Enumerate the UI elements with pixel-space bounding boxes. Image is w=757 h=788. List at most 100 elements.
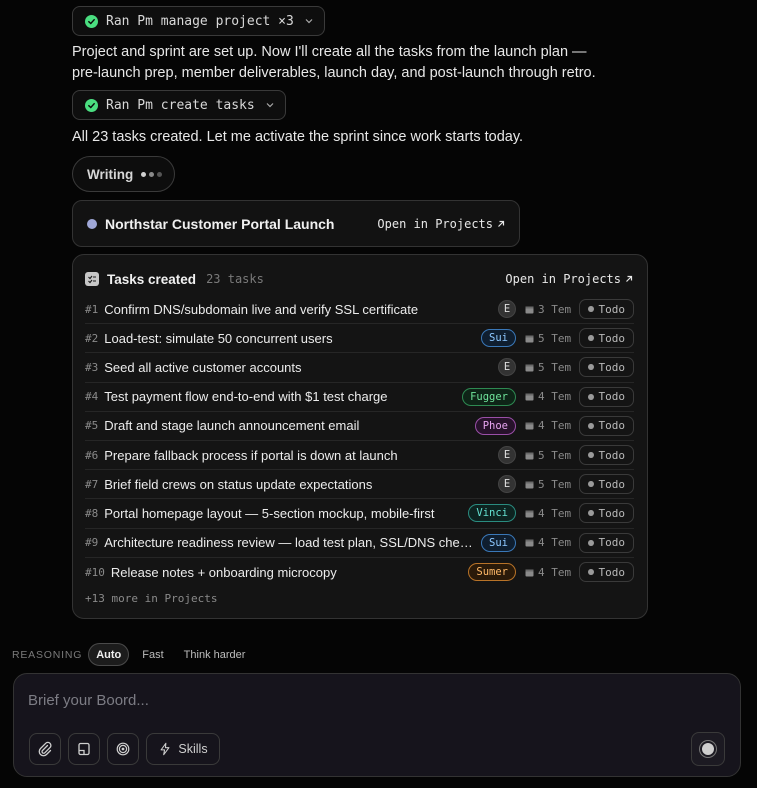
reasoning-selector: REASONING Auto Fast Think harder: [12, 643, 252, 666]
calendar-icon: [525, 452, 534, 460]
assignee-badge[interactable]: E: [498, 358, 516, 377]
status-label: Todo: [598, 331, 626, 345]
assistant-message: All 23 tasks created. Let me activate th…: [72, 129, 524, 145]
calendar-icon: [525, 393, 534, 401]
writing-label: Writing: [87, 166, 134, 182]
calendar-icon: [525, 539, 534, 547]
assignee-badge[interactable]: Fugger: [462, 387, 516, 406]
send-button[interactable]: [691, 732, 725, 766]
assignee-badge[interactable]: Phoe: [474, 416, 516, 435]
target-button[interactable]: [107, 733, 139, 765]
assignee-badge[interactable]: Sui: [481, 533, 516, 552]
task-title: Draft and stage launch announcement emai…: [104, 418, 360, 434]
checklist-icon: [85, 272, 99, 286]
project-color-dot: [87, 218, 97, 229]
tool-call-chip-manage-project[interactable]: Ran Pm manage project ×3: [72, 6, 325, 36]
status-badge[interactable]: Todo: [579, 299, 634, 320]
task-title: Load-test: simulate 50 concurrent users: [104, 330, 333, 346]
due-date: 5 Tem: [525, 332, 573, 345]
assignee-badge[interactable]: Sui: [481, 329, 516, 348]
due-date: 4 Tem: [525, 507, 573, 520]
reasoning-option-fast[interactable]: Fast: [135, 643, 170, 666]
status-badge[interactable]: Todo: [579, 328, 634, 349]
status-dot-icon: [588, 422, 594, 429]
status-dot-icon: [588, 364, 594, 371]
task-row[interactable]: #1 Confirm DNS/subdomain live and verify …: [85, 295, 634, 325]
project-title: Northstar Customer Portal Launch: [105, 215, 335, 232]
due-date-label: 5 Tem: [538, 331, 572, 345]
open-in-projects-link[interactable]: Open in Projects: [377, 217, 505, 231]
tool-call-label: Ran Pm create tasks: [106, 97, 255, 113]
skills-button[interactable]: Skills: [146, 733, 220, 765]
more-tasks-link[interactable]: +13 more in Projects: [85, 592, 217, 605]
attach-button[interactable]: [29, 733, 61, 765]
task-number: #8: [85, 506, 99, 520]
task-row[interactable]: #10 Release notes + onboarding microcopy S…: [85, 558, 634, 587]
assignee-badge[interactable]: E: [498, 446, 516, 465]
due-date-label: 3 Tem: [538, 302, 572, 316]
task-row[interactable]: #5 Draft and stage launch announcement em…: [85, 412, 634, 441]
task-number: #1: [85, 302, 99, 316]
writing-indicator: Writing: [72, 156, 175, 192]
task-title: Release notes + onboarding microcopy: [110, 564, 337, 580]
status-badge[interactable]: Todo: [579, 357, 634, 378]
reasoning-option-auto[interactable]: Auto: [88, 643, 130, 666]
assignee-badge[interactable]: Vinci: [468, 504, 516, 523]
due-date-label: 5 Tem: [538, 360, 572, 374]
open-in-projects-label: Open in Projects: [377, 216, 493, 231]
due-date: 4 Tem: [525, 419, 573, 432]
calendar-icon: [525, 510, 534, 518]
project-card[interactable]: Northstar Customer Portal Launch Open in…: [72, 200, 520, 247]
status-badge[interactable]: Todo: [579, 532, 634, 553]
status-badge[interactable]: Todo: [579, 415, 634, 436]
status-badge[interactable]: Todo: [579, 386, 634, 407]
task-title: Brief field crews on status update expec…: [104, 476, 373, 492]
assignee-badge[interactable]: E: [498, 300, 516, 319]
status-label: Todo: [598, 536, 626, 550]
document-icon: [78, 742, 90, 756]
status-label: Todo: [598, 565, 626, 579]
status-label: Todo: [598, 390, 626, 404]
task-title: Confirm DNS/subdomain live and verify SS…: [104, 301, 419, 317]
assignee-badge[interactable]: Sumer: [468, 563, 516, 582]
tool-call-chip-create-tasks[interactable]: Ran Pm create tasks: [72, 90, 286, 120]
reasoning-option-think-harder[interactable]: Think harder: [177, 643, 253, 666]
task-number: #5: [85, 419, 99, 433]
assignee-badge[interactable]: E: [498, 475, 516, 494]
task-number: #7: [85, 477, 99, 491]
task-number: #3: [85, 360, 99, 374]
calendar-icon: [525, 481, 534, 489]
status-badge[interactable]: Todo: [579, 562, 634, 583]
skills-label: Skills: [178, 742, 208, 756]
document-button[interactable]: [68, 733, 100, 765]
lightning-icon: [160, 742, 170, 756]
open-in-projects-link[interactable]: Open in Projects: [505, 272, 633, 286]
due-date: 4 Tem: [525, 566, 573, 579]
status-badge[interactable]: Todo: [579, 445, 634, 466]
task-row[interactable]: #6 Prepare fallback process if portal is …: [85, 441, 634, 471]
message-input[interactable]: [28, 688, 708, 712]
due-date-label: 4 Tem: [538, 565, 572, 579]
status-badge[interactable]: Todo: [579, 474, 634, 495]
task-number: #4: [85, 390, 99, 404]
task-row[interactable]: #3 Seed all active customer accounts E 5 Te…: [85, 353, 634, 383]
task-row[interactable]: #2 Load-test: simulate 50 concurrent user…: [85, 324, 634, 354]
tasks-count: 23 tasks: [206, 272, 264, 286]
target-icon: [116, 742, 130, 756]
due-date: 5 Tem: [525, 449, 573, 462]
status-label: Todo: [598, 302, 626, 316]
task-row[interactable]: #8 Portal homepage layout — 5-section moc…: [85, 499, 634, 529]
status-label: Todo: [598, 448, 626, 462]
external-arrow-icon: [498, 220, 505, 227]
status-dot-icon: [588, 510, 594, 517]
status-dot-icon: [588, 306, 594, 313]
task-row[interactable]: #7 Brief field crews on status update exp…: [85, 470, 634, 500]
task-list: #1 Confirm DNS/subdomain live and verify …: [85, 295, 634, 587]
task-row[interactable]: #9 Architecture readiness review — load t…: [85, 529, 634, 558]
reasoning-label: REASONING: [12, 648, 83, 661]
due-date-label: 4 Tem: [538, 536, 572, 550]
due-date: 3 Tem: [525, 303, 573, 316]
task-row[interactable]: #4 Test payment flow end-to-end with $1 t…: [85, 383, 634, 412]
status-dot-icon: [588, 452, 594, 459]
status-badge[interactable]: Todo: [579, 503, 634, 524]
